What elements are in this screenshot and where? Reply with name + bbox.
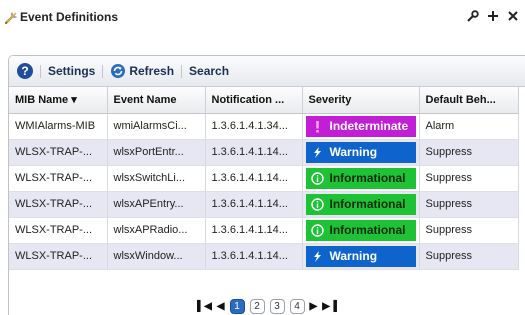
info-icon bbox=[310, 171, 324, 185]
notification-oid-cell: 1.3.6.1.4.1.14... bbox=[205, 191, 303, 218]
table-row[interactable]: WLSX-TRAP-... wlsxWindow... 1.3.6.1.4.1.14… bbox=[9, 243, 519, 270]
severity-label: Warning bbox=[329, 249, 378, 263]
severity-label: Informational bbox=[329, 223, 406, 237]
severity-cell: Warning bbox=[302, 243, 420, 270]
event-name-cell: wlsxPortEntr... bbox=[107, 139, 206, 166]
default-behavior-cell: Suppress bbox=[419, 217, 519, 244]
window-controls bbox=[467, 9, 519, 23]
title-bar: Event Definitions bbox=[0, 0, 525, 44]
page-button-3[interactable]: 3 bbox=[269, 298, 285, 314]
column-header-severity[interactable]: Severity bbox=[302, 87, 420, 114]
pager: ▌◀ ◀ 1 2 3 4 ▶ ▶▐ bbox=[9, 296, 525, 315]
wrench-pencil-icon bbox=[4, 9, 20, 25]
info-icon bbox=[310, 197, 324, 211]
table-body: WMIAlarms-MIB wmiAlarmsCi... 1.3.6.1.4.1.3… bbox=[9, 113, 519, 270]
close-icon[interactable] bbox=[507, 9, 519, 23]
window-title: Event Definitions bbox=[20, 10, 119, 24]
previous-page-icon[interactable]: ◀ bbox=[217, 301, 225, 312]
mib-name-cell: WLSX-TRAP-... bbox=[9, 191, 108, 218]
event-name-cell: wlsxAPRadio... bbox=[107, 217, 206, 244]
severity-badge: Warning bbox=[305, 245, 416, 267]
severity-label: Informational bbox=[329, 197, 406, 211]
default-behavior-cell: Alarm bbox=[419, 113, 519, 140]
mib-name-cell: WLSX-TRAP-... bbox=[9, 165, 108, 192]
notification-oid-cell: 1.3.6.1.4.1.14... bbox=[205, 139, 303, 166]
default-behavior-cell: Suppress bbox=[419, 191, 519, 218]
severity-badge: Informational bbox=[305, 193, 416, 215]
refresh-button[interactable]: Refresh bbox=[110, 63, 174, 79]
table-row[interactable]: WMIAlarms-MIB wmiAlarmsCi... 1.3.6.1.4.1.3… bbox=[9, 113, 519, 140]
mib-name-cell: WLSX-TRAP-... bbox=[9, 217, 108, 244]
help-icon[interactable]: ? bbox=[17, 63, 33, 79]
wrench-icon[interactable] bbox=[467, 9, 479, 23]
toolbar-separator bbox=[102, 64, 104, 78]
mib-name-cell: WLSX-TRAP-... bbox=[9, 243, 108, 270]
column-header-mib-name[interactable]: MIB Name ▾ bbox=[9, 87, 108, 114]
severity-badge: Warning bbox=[305, 141, 416, 163]
severity-badge: Indeterminate bbox=[305, 115, 416, 137]
table-header-row: MIB Name ▾ Event Name Notification ... S… bbox=[9, 87, 519, 114]
severity-cell: Informational bbox=[302, 217, 420, 244]
page-button-2[interactable]: 2 bbox=[249, 298, 265, 314]
default-behavior-cell: Suppress bbox=[419, 243, 519, 270]
exclamation-icon bbox=[311, 120, 324, 133]
add-icon[interactable] bbox=[487, 9, 499, 23]
warning-bolt-icon bbox=[311, 250, 324, 263]
first-page-icon[interactable]: ▌◀ bbox=[197, 301, 212, 312]
column-header-default-behavior[interactable]: Default Beh... bbox=[419, 87, 519, 114]
next-page-icon[interactable]: ▶ bbox=[310, 301, 318, 312]
refresh-icon bbox=[110, 63, 126, 79]
default-behavior-cell: Suppress bbox=[419, 139, 519, 166]
events-table: MIB Name ▾ Event Name Notification ... S… bbox=[9, 87, 519, 270]
severity-cell: Indeterminate bbox=[302, 113, 420, 140]
search-button[interactable]: Search bbox=[189, 64, 229, 78]
mib-name-cell: WMIAlarms-MIB bbox=[9, 113, 108, 140]
last-page-icon[interactable]: ▶▐ bbox=[322, 301, 337, 312]
event-name-cell: wmiAlarmsCi... bbox=[107, 113, 206, 140]
page-button-1[interactable]: 1 bbox=[229, 298, 245, 314]
column-header-event-name[interactable]: Event Name bbox=[107, 87, 206, 114]
notification-oid-cell: 1.3.6.1.4.1.14... bbox=[205, 217, 303, 244]
severity-badge: Informational bbox=[305, 219, 416, 241]
event-name-cell: wlsxAPEntry... bbox=[107, 191, 206, 218]
severity-label: Warning bbox=[329, 145, 378, 159]
table-row[interactable]: WLSX-TRAP-... wlsxAPEntry... 1.3.6.1.4.1.1… bbox=[9, 191, 519, 218]
default-behavior-cell: Suppress bbox=[419, 165, 519, 192]
event-definitions-panel: ? Settings Refresh Search MIB Name ▾ Eve… bbox=[8, 55, 525, 315]
severity-cell: Warning bbox=[302, 139, 420, 166]
table-row[interactable]: WLSX-TRAP-... wlsxPortEntr... 1.3.6.1.4.1.… bbox=[9, 139, 519, 166]
severity-cell: Informational bbox=[302, 165, 420, 192]
table-row[interactable]: WLSX-TRAP-... wlsxSwitchLi... 1.3.6.1.4.1.… bbox=[9, 165, 519, 192]
refresh-label: Refresh bbox=[129, 64, 175, 78]
warning-bolt-icon bbox=[311, 146, 324, 159]
notification-oid-cell: 1.3.6.1.4.1.14... bbox=[205, 243, 303, 270]
table-row[interactable]: WLSX-TRAP-... wlsxAPRadio... 1.3.6.1.4.1.1… bbox=[9, 217, 519, 244]
mib-name-cell: WLSX-TRAP-... bbox=[9, 139, 108, 166]
toolbar-separator bbox=[40, 64, 41, 78]
settings-button[interactable]: Settings bbox=[48, 64, 95, 78]
severity-label: Informational bbox=[329, 171, 406, 185]
event-name-cell: wlsxSwitchLi... bbox=[107, 165, 206, 192]
toolbar: ? Settings Refresh Search bbox=[9, 56, 525, 87]
notification-oid-cell: 1.3.6.1.4.1.14... bbox=[205, 165, 303, 192]
severity-label: Indeterminate bbox=[329, 119, 409, 133]
severity-cell: Informational bbox=[302, 191, 420, 218]
toolbar-separator bbox=[181, 64, 183, 78]
page-button-4[interactable]: 4 bbox=[289, 298, 305, 314]
column-header-notification[interactable]: Notification ... bbox=[205, 87, 303, 114]
event-name-cell: wlsxWindow... bbox=[107, 243, 206, 270]
info-icon bbox=[310, 223, 324, 237]
severity-badge: Informational bbox=[305, 167, 416, 189]
notification-oid-cell: 1.3.6.1.4.1.34... bbox=[205, 113, 303, 140]
